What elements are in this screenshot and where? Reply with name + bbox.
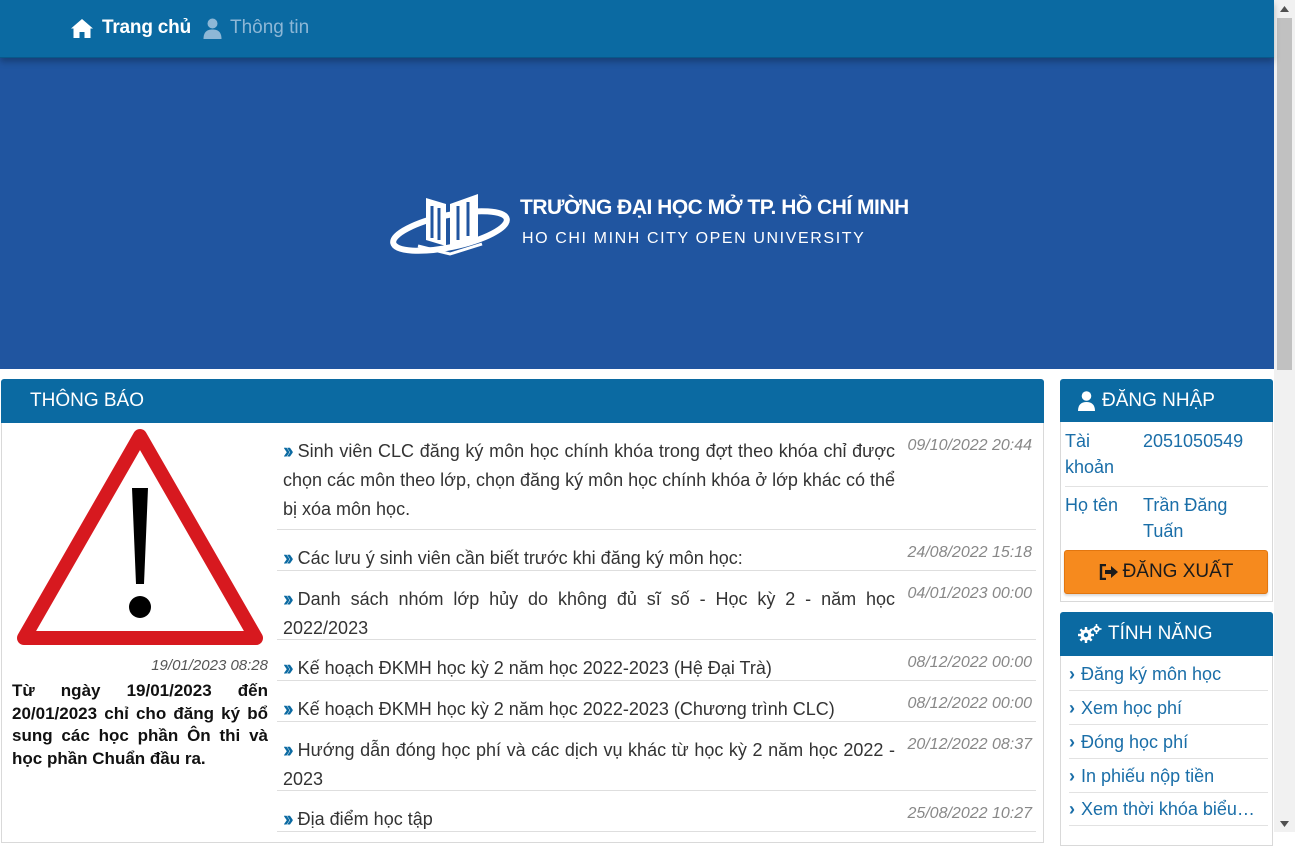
- account-label: Tài khoản: [1065, 431, 1115, 477]
- notice-item: ›› Sinh viên CLC đăng ký môn học chính kh…: [277, 423, 1036, 530]
- nav-info-link[interactable]: Thông tin: [203, 15, 309, 41]
- user-icon: [1078, 390, 1095, 411]
- chevron-right-icon: ›: [1069, 799, 1075, 819]
- double-chevron-right-icon: ››: [283, 655, 293, 680]
- scroll-down-arrow-icon[interactable]: [1274, 815, 1295, 832]
- notice-item: ›› Địa điểm học tập 25/08/2022 10:27: [277, 791, 1036, 832]
- warning-triangle-icon: [17, 429, 263, 645]
- features-panel: › Đăng ký môn học › Xem học phí › Đóng học …: [1060, 656, 1273, 846]
- notice-item: ›› Kế hoạch ĐKMH học kỳ 2 năm học 2022-20…: [277, 640, 1036, 681]
- chevron-right-icon: ›: [1069, 664, 1075, 684]
- nav-home-link[interactable]: Trang chủ: [70, 15, 191, 41]
- notice-date: 25/08/2022 10:27: [907, 805, 1032, 822]
- chevron-right-icon: ›: [1069, 732, 1075, 752]
- scroll-up-arrow-icon[interactable]: [1274, 0, 1295, 17]
- feature-label: Đóng học phí: [1081, 732, 1189, 752]
- name-label: Họ tên: [1065, 495, 1119, 515]
- notice-title: Hướng dẫn đóng học phí và các dịch vụ kh…: [283, 740, 895, 789]
- feature-print-payment-slip[interactable]: › In phiếu nộp tiền: [1069, 760, 1268, 793]
- sign-out-icon: [1099, 564, 1118, 580]
- notice-date: 08/12/2022 00:00: [907, 654, 1032, 671]
- notice-date: 24/08/2022 15:18: [907, 544, 1032, 561]
- chevron-right-icon: ›: [1069, 766, 1075, 786]
- double-chevron-right-icon: ››: [283, 806, 293, 831]
- top-navbar: Trang chủ Thông tin: [0, 0, 1274, 58]
- login-panel: Tài khoản 2051050549 Họ tên Trần Đăng Tu…: [1060, 422, 1273, 602]
- nav-info-label: Thông tin: [230, 17, 310, 38]
- scrollbar-thumb[interactable]: [1277, 18, 1292, 370]
- double-chevron-right-icon: ››: [283, 438, 293, 463]
- logout-button[interactable]: ĐĂNG XUẤT: [1064, 550, 1268, 594]
- features-header: TÍNH NĂNG: [1060, 612, 1273, 656]
- feature-pay-tuition[interactable]: › Đóng học phí: [1069, 726, 1268, 759]
- double-chevron-right-icon: ››: [283, 545, 293, 570]
- featured-notice-text: Từ ngày 19/01/2023 đến 20/01/2023 chỉ ch…: [12, 681, 268, 768]
- notices-title: THÔNG BÁO: [30, 390, 145, 411]
- notice-date: 04/01/2023 00:00: [907, 585, 1032, 602]
- notice-title: Sinh viên CLC đăng ký môn học chính khóa…: [283, 441, 895, 519]
- feature-label: Xem học phí: [1081, 698, 1183, 718]
- notice-link[interactable]: ›› Sinh viên CLC đăng ký môn học chính kh…: [283, 437, 895, 524]
- chevron-right-icon: ›: [1069, 698, 1075, 718]
- logo-subtitle: HO CHI MINH CITY OPEN UNIVERSITY: [522, 230, 866, 247]
- notice-list: ›› Sinh viên CLC đăng ký môn học chính kh…: [277, 423, 1036, 832]
- notice-title: Kế hoạch ĐKMH học kỳ 2 năm học 2022-2023…: [297, 699, 835, 719]
- notice-date: 09/10/2022 20:44: [907, 437, 1032, 454]
- open-book-logo-icon: [390, 194, 510, 256]
- double-chevron-right-icon: ››: [283, 737, 293, 762]
- features-title: TÍNH NĂNG: [1108, 623, 1213, 644]
- notice-link[interactable]: ›› Danh sách nhóm lớp hủy do không đủ sĩ …: [283, 585, 895, 643]
- feature-register-courses[interactable]: › Đăng ký môn học: [1069, 658, 1268, 691]
- feature-view-timetable[interactable]: › Xem thời khóa biểu…: [1069, 793, 1268, 826]
- home-icon: [71, 18, 93, 38]
- logout-label: ĐĂNG XUẤT: [1122, 561, 1234, 582]
- name-value: Trần Đăng Tuấn: [1143, 495, 1228, 541]
- notice-item: ›› Danh sách nhóm lớp hủy do không đủ sĩ …: [277, 571, 1036, 640]
- notice-title: Kế hoạch ĐKMH học kỳ 2 năm học 2022-2023…: [297, 658, 772, 678]
- nav-home-label: Trang chủ: [102, 17, 191, 38]
- notice-date: 20/12/2022 08:37: [907, 736, 1032, 753]
- feature-view-tuition[interactable]: › Xem học phí: [1069, 692, 1268, 725]
- gears-icon: [1078, 624, 1102, 643]
- notice-link[interactable]: ›› Hướng dẫn đóng học phí và các dịch vụ …: [283, 736, 895, 794]
- feature-label: Đăng ký môn học: [1081, 664, 1222, 684]
- user-icon: [203, 18, 222, 39]
- notice-item: ›› Kế hoạch ĐKMH học kỳ 2 năm học 2022-20…: [277, 681, 1036, 722]
- feature-label: In phiếu nộp tiền: [1081, 766, 1215, 786]
- double-chevron-right-icon: ››: [283, 696, 293, 721]
- notice-title: Địa điểm học tập: [297, 809, 433, 829]
- notices-panel: 19/01/2023 08:28 Từ ngày 19/01/2023 đến …: [1, 423, 1044, 843]
- logo-title: TRƯỜNG ĐẠI HỌC MỞ TP. HỒ CHÍ MINH: [520, 196, 909, 219]
- notices-header: THÔNG BÁO: [1, 379, 1044, 423]
- notice-date: 08/12/2022 00:00: [907, 695, 1032, 712]
- login-title: ĐĂNG NHẬP: [1102, 389, 1215, 411]
- notice-link[interactable]: ›› Kế hoạch ĐKMH học kỳ 2 năm học 2022-20…: [283, 654, 895, 683]
- feature-label: Xem thời khóa biểu…: [1081, 799, 1255, 819]
- featured-notice-date: 19/01/2023 08:28: [151, 657, 268, 674]
- double-chevron-right-icon: ››: [283, 586, 293, 611]
- notice-title: Các lưu ý sinh viên cần biết trước khi đ…: [297, 548, 743, 568]
- notice-link[interactable]: ›› Các lưu ý sinh viên cần biết trước khi…: [283, 544, 895, 573]
- notice-link[interactable]: ›› Kế hoạch ĐKMH học kỳ 2 năm học 2022-20…: [283, 695, 895, 724]
- account-value: 2051050549: [1143, 431, 1244, 451]
- notice-title: Danh sách nhóm lớp hủy do không đủ sĩ số…: [283, 589, 895, 638]
- login-header: ĐĂNG NHẬP: [1060, 379, 1273, 422]
- university-logo: TRƯỜNG ĐẠI HỌC MỞ TP. HỒ CHÍ MINH HO CHI…: [388, 186, 909, 266]
- notice-item: ›› Các lưu ý sinh viên cần biết trước khi…: [277, 530, 1036, 571]
- notice-item: ›› Hướng dẫn đóng học phí và các dịch vụ …: [277, 722, 1036, 791]
- divider: [1065, 486, 1268, 487]
- notice-link[interactable]: ›› Địa điểm học tập: [283, 805, 895, 834]
